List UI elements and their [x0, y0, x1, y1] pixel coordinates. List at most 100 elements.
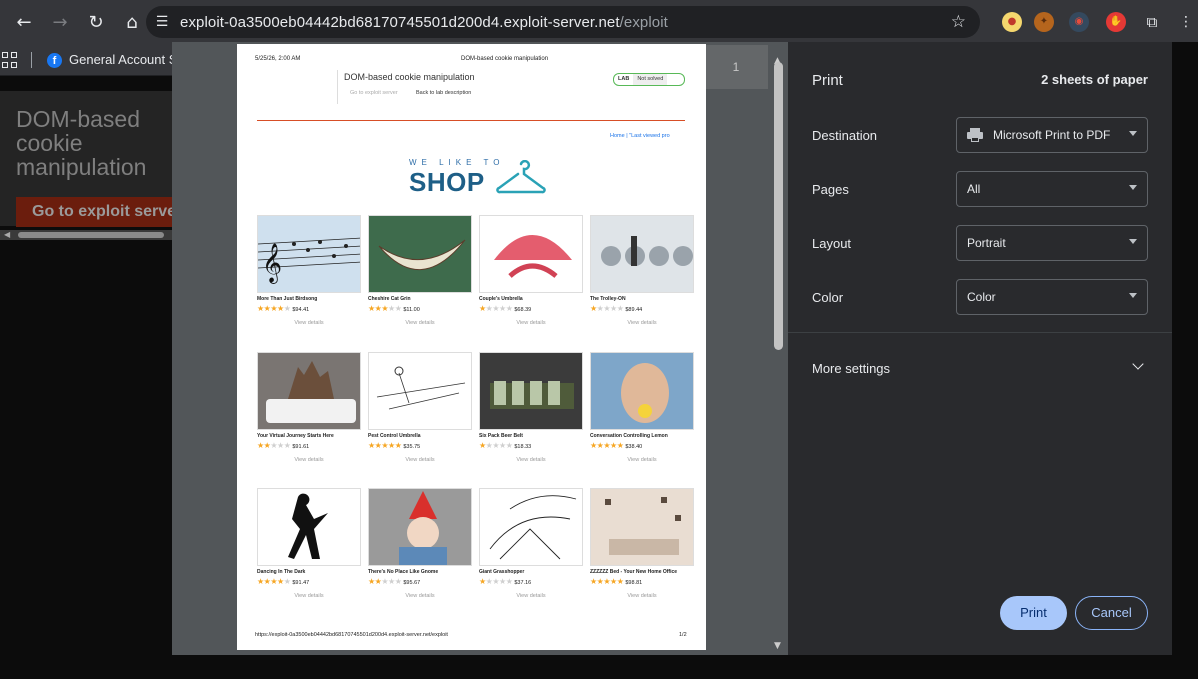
extensions-puzzle-icon[interactable]: ⧉ [1142, 12, 1162, 32]
menu-more-icon[interactable]: ⋮ [1176, 12, 1196, 32]
view-details-link: View details [516, 320, 546, 326]
product-name: Pest Control Umbrella [368, 433, 421, 439]
product-rating-stars: ★★★★★ $91.61 [257, 441, 309, 450]
product-card: Six Pack Beer Belt ★★★★★ $18.33 View detail… [479, 352, 583, 482]
product-name: Conversation Controlling Lemon [590, 433, 668, 439]
scroll-down-icon[interactable]: ▼ [774, 641, 781, 651]
product-price: $35.75 [403, 444, 421, 450]
star-icon: ★ [257, 441, 264, 450]
hanger-icon [496, 160, 546, 194]
page-title: DOM-based cookie manipulation [16, 106, 147, 180]
preview-scroll-thumb[interactable] [774, 62, 783, 350]
star-icon: ★ [499, 304, 506, 313]
product-price: $94.41 [292, 307, 310, 313]
forward-icon[interactable]: → [48, 10, 72, 34]
star-icon: ★ [603, 304, 611, 313]
color-label: Color [812, 290, 844, 305]
color-select[interactable]: Color [956, 279, 1148, 315]
product-image [368, 352, 472, 430]
view-details-link: View details [294, 320, 324, 326]
star-icon: ★ [499, 577, 506, 586]
product-card: Dancing In The Dark ★★★★★ $91.47 View detai… [257, 488, 361, 618]
reload-icon[interactable]: ↻ [84, 10, 108, 34]
bookmark-general-account[interactable]: General Account Se [69, 52, 173, 67]
cancel-button[interactable]: Cancel [1075, 596, 1148, 630]
page-background-right [1172, 42, 1198, 655]
star-icon: ★ [283, 304, 291, 313]
star-icon: ★ [388, 577, 395, 586]
product-name: Giant Grasshopper [479, 569, 525, 575]
back-icon[interactable]: ← [12, 10, 36, 34]
print-button[interactable]: Print [1000, 596, 1067, 630]
star-icon: ★ [505, 577, 513, 586]
product-price: $38.40 [625, 444, 643, 450]
star-icon: ★ [499, 441, 506, 450]
view-details-link: View details [627, 320, 657, 326]
extension-popcorn-icon[interactable]: ● [1002, 12, 1022, 32]
shop-logo-word: SHOP [409, 167, 485, 197]
shop-logo: WE LIKE TO SHOP [409, 158, 549, 198]
star-icon: ★ [479, 441, 486, 450]
site-info-icon[interactable]: ☰ [150, 10, 174, 34]
layout-select[interactable]: Portrait [956, 225, 1148, 261]
preview-scrollbar[interactable]: ▲ ▼ [770, 56, 788, 655]
address-url[interactable]: exploit-0a3500eb04442bd68170745501d200d4… [180, 14, 668, 31]
facebook-icon[interactable]: f [47, 53, 62, 68]
star-icon: ★ [479, 577, 486, 586]
star-icon: ★ [277, 304, 284, 313]
star-icon: ★ [603, 577, 611, 586]
view-details-link: View details [516, 593, 546, 599]
star-icon: ★ [492, 577, 500, 586]
apps-grid-icon[interactable] [2, 52, 18, 68]
star-icon: ★ [388, 304, 395, 313]
chevron-down-icon [1129, 185, 1137, 190]
star-icon: ★ [270, 577, 278, 586]
go-to-exploit-server-button[interactable]: Go to exploit server [16, 197, 176, 227]
star-icon: ★ [368, 304, 375, 313]
lab-link-description: Back to lab description [416, 90, 472, 96]
product-image: 𝄞 [257, 215, 361, 293]
product-price: $89.44 [625, 307, 643, 313]
product-name: Cheshire Cat Grin [368, 296, 411, 302]
cookie-icon[interactable]: ✦ [1034, 12, 1054, 32]
star-icon: ★ [479, 304, 486, 313]
star-icon: ★ [270, 441, 278, 450]
more-settings-toggle[interactable]: More settings [812, 361, 890, 376]
destination-value: Microsoft Print to PDF [993, 128, 1111, 142]
print-settings-panel: Print 2 sheets of paper Destination Micr… [788, 42, 1172, 655]
page-horizontal-scrollbar[interactable]: ◀ [0, 230, 172, 240]
star-icon: ★ [492, 441, 500, 450]
star-icon: ★ [505, 441, 513, 450]
scroll-left-icon[interactable]: ◀ [4, 230, 10, 239]
product-price: $68.39 [514, 307, 532, 313]
view-details-link: View details [516, 457, 546, 463]
star-icon: ★ [610, 441, 617, 450]
chevron-down-icon [1129, 239, 1137, 244]
product-price: $91.61 [292, 444, 310, 450]
product-rating-stars: ★★★★★ $98.81 [590, 577, 642, 586]
address-bar[interactable]: ☰ exploit-0a3500eb04442bd68170745501d200… [146, 6, 980, 38]
scroll-thumb[interactable] [18, 232, 164, 238]
shop-nav-links: Home | "Last viewed pro [610, 133, 670, 139]
bookmark-star-icon[interactable]: ☆ [951, 12, 966, 32]
star-icon: ★ [270, 304, 278, 313]
star-icon: ★ [381, 441, 389, 450]
star-icon: ★ [492, 304, 500, 313]
more-settings-chevron-icon[interactable] [1132, 358, 1144, 370]
extension-spy-icon[interactable]: ◉ [1069, 12, 1089, 32]
home-icon[interactable]: ⌂ [120, 10, 144, 34]
extension-block-icon[interactable]: ✋ [1106, 12, 1126, 32]
layout-label: Layout [812, 236, 852, 251]
pages-select[interactable]: All [956, 171, 1148, 207]
product-image [479, 215, 583, 293]
product-card: Cheshire Cat Grin ★★★★★ $11.00 View details [368, 215, 472, 345]
star-icon: ★ [610, 304, 617, 313]
star-icon: ★ [277, 441, 284, 450]
preview-page-number[interactable]: 1 [704, 45, 768, 89]
destination-select[interactable]: Microsoft Print to PDF [956, 117, 1148, 153]
shop-logo-tagline: WE LIKE TO [409, 158, 505, 167]
color-value: Color [967, 290, 996, 304]
star-icon: ★ [257, 304, 264, 313]
star-icon: ★ [616, 304, 624, 313]
product-image [257, 352, 361, 430]
